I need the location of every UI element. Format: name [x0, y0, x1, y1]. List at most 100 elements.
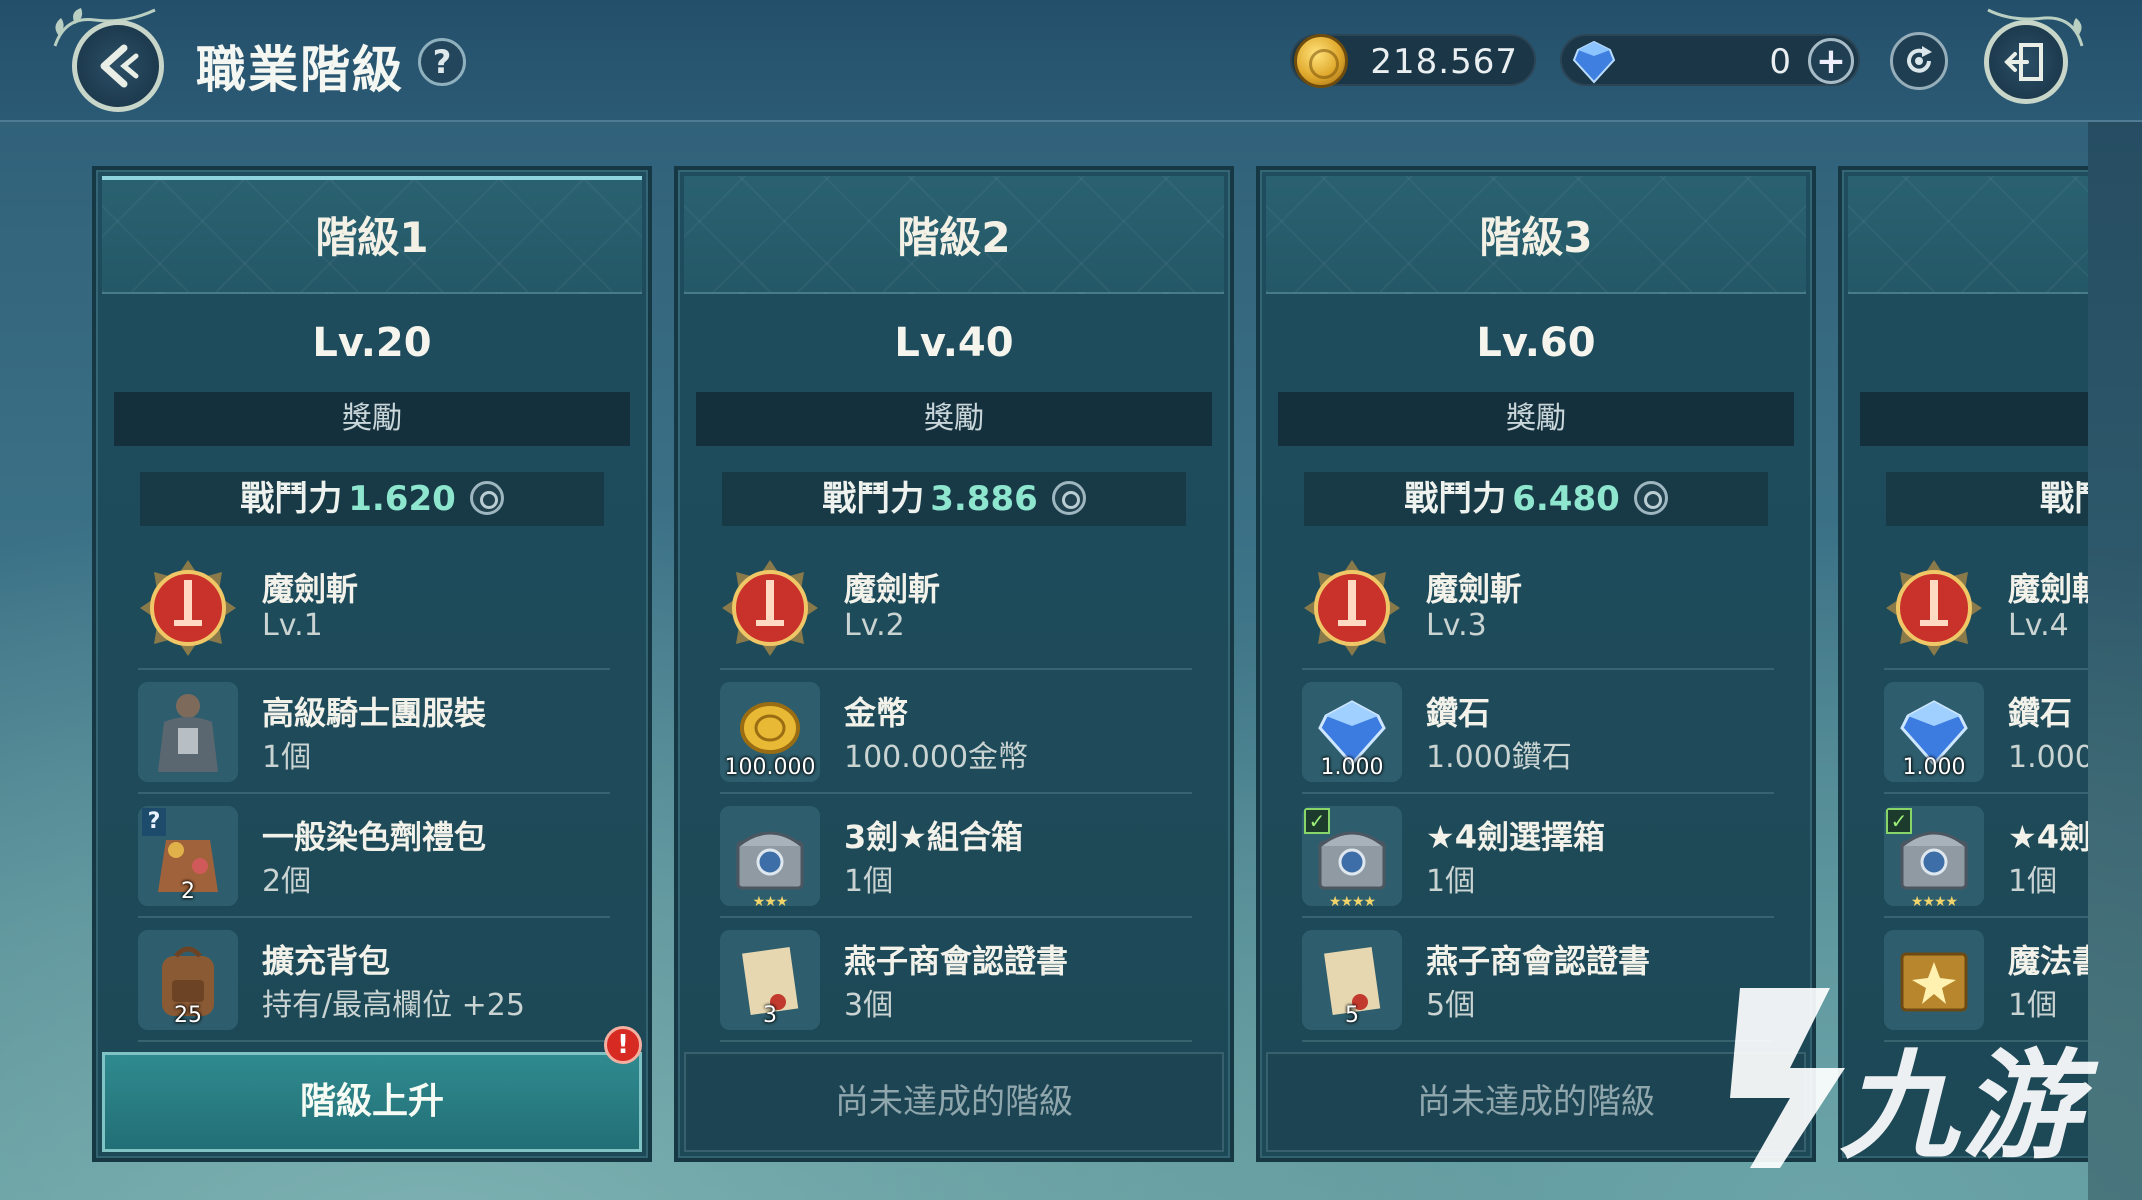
item-name: 燕子商會認證書	[844, 942, 1069, 980]
item-detail: 3個	[844, 988, 894, 1023]
reward-item[interactable]: ✓ ★★★★ ★4劍選擇箱 1個	[1302, 794, 1774, 918]
unknown-badge: ?	[142, 808, 166, 836]
reward-item[interactable]: 3 燕子商會認證書 3個	[720, 918, 1192, 1042]
rank-up-button[interactable]: 階級上升	[102, 1052, 642, 1152]
chest-icon: ✓ ★★★★	[1302, 806, 1402, 906]
reward-item[interactable]: 100.000 金幣 100.000金幣	[720, 670, 1192, 794]
item-name: 高級騎士團服裝	[262, 694, 487, 732]
item-quantity: 25	[174, 1003, 202, 1028]
refresh-button[interactable]	[1890, 32, 1948, 90]
gold-coin-icon	[1294, 34, 1348, 88]
combat-power-label: 戰鬥力	[2040, 479, 2088, 519]
reward-item[interactable]: 25 擴充背包 持有/最高欄位 +25	[138, 918, 610, 1042]
item-quantity: 2	[181, 879, 195, 904]
page-title: 職業階級	[196, 41, 404, 99]
item-name: 一般染色劑禮包	[262, 818, 487, 856]
item-detail: 1個	[262, 740, 312, 775]
tier-level: Lv.40	[894, 320, 1014, 366]
tier-grade: 階級1	[315, 213, 429, 262]
item-name: ★4劍選擇箱	[1426, 818, 1605, 856]
tier-level: Lv	[1842, 320, 2088, 366]
item-name: 3劍★組合箱	[844, 818, 1023, 856]
reward-label: 獎勵	[1278, 392, 1794, 446]
diamond-icon: 1.000	[1302, 682, 1402, 782]
item-detail: 1.000鑽	[2008, 740, 2088, 775]
help-button[interactable]: ?	[418, 38, 466, 86]
item-detail: 1個	[1426, 864, 1476, 899]
combat-power-value: 6.480	[1512, 479, 1620, 519]
item-detail: Lv.1	[262, 608, 323, 643]
item-detail: Lv.3	[1426, 608, 1487, 643]
tier-grade: 階	[1842, 204, 2088, 265]
refresh-icon	[1907, 46, 1932, 73]
combat-power: 戰鬥力 6.480	[1304, 472, 1768, 526]
reward-item[interactable]: 魔劍斬 Lv.2	[720, 546, 1192, 670]
reward-label: 獎	[1860, 392, 2088, 446]
item-detail: Lv.2	[844, 608, 905, 643]
sword-skill-icon	[138, 558, 238, 658]
magnifier-icon[interactable]	[1051, 480, 1086, 515]
reward-item[interactable]: 魔劍斬 Lv.4	[1884, 546, 2088, 670]
combat-power-label: 戰鬥力	[240, 479, 343, 519]
item-name: ★4劍	[2008, 818, 2088, 856]
combat-power-label: 戰鬥力	[822, 479, 925, 519]
reward-item[interactable]: 魔劍斬 Lv.3	[1302, 546, 1774, 670]
owned-check-icon: ✓	[1304, 808, 1330, 834]
reward-label: 獎勵	[696, 392, 1212, 446]
item-quantity: 1.000	[1902, 755, 1966, 780]
owned-check-icon: ✓	[1886, 808, 1912, 834]
item-detail: 1個	[844, 864, 894, 899]
tier-level: Lv.60	[1476, 320, 1596, 366]
reward-item[interactable]: 1.000 鑽石 1.000鑽石	[1302, 670, 1774, 794]
reward-item[interactable]: ✓ ★★★★ ★4劍 1個	[1884, 794, 2088, 918]
diamond-icon	[1572, 40, 1616, 84]
item-detail: 持有/最高欄位 +25	[262, 988, 525, 1023]
gold-coin-icon: 100.000	[720, 682, 820, 782]
reward-item[interactable]: ? 2 一般染色劑禮包 2個	[138, 794, 610, 918]
certificate-icon: 3	[720, 930, 820, 1030]
reward-list: 魔劍斬 Lv.1 高級騎士團服裝 1個 ? 2 一般染色劑禮包 2個 25 擴充…	[138, 546, 610, 1042]
tier-level: Lv.20	[312, 320, 432, 366]
item-quantity: 100.000	[724, 755, 816, 780]
star-rating: ★★★	[752, 894, 789, 906]
alert-badge-icon: !	[604, 1026, 642, 1064]
combat-power-value: 3.886	[930, 479, 1038, 519]
dye-pack-icon: ? 2	[138, 806, 238, 906]
star-rating: ★★★★	[1910, 894, 1958, 906]
tier-grade: 階級2	[897, 213, 1011, 262]
magnifier-icon[interactable]	[1633, 480, 1668, 515]
reward-item[interactable]: 高級騎士團服裝 1個	[138, 670, 610, 794]
locked-rank-button: 尚未達成的階級	[684, 1052, 1224, 1152]
reward-list: 魔劍斬 Lv.2 100.000 金幣 100.000金幣 ★★★ 3劍★組合箱…	[720, 546, 1192, 1042]
sword-skill-icon	[1302, 558, 1402, 658]
item-name: 魔劍斬	[2008, 570, 2088, 608]
item-detail: 1.000鑽石	[1426, 740, 1572, 775]
item-quantity: 5	[1345, 1003, 1359, 1028]
item-quantity: 1.000	[1320, 755, 1384, 780]
item-detail: 5個	[1426, 988, 1476, 1023]
back-button[interactable]	[72, 20, 164, 112]
item-name: 金幣	[844, 694, 909, 732]
reward-item[interactable]: ★★★ 3劍★組合箱 1個	[720, 794, 1192, 918]
reward-label: 獎勵	[114, 392, 630, 446]
knight-armor-icon	[138, 682, 238, 782]
add-gems-button[interactable]: +	[1808, 38, 1854, 84]
reward-item[interactable]: 1.000 鑽石 1.000鑽	[1884, 670, 2088, 794]
back-arrow-icon	[100, 44, 139, 88]
combat-power: 戰鬥力 3.886	[722, 472, 1186, 526]
diamond-icon: 1.000	[1884, 682, 1984, 782]
item-name: 鑽石	[1426, 694, 1491, 732]
top-bar: 職業階級 ? 218.567 0 +	[0, 0, 2142, 122]
item-name: 鑽石	[2008, 694, 2073, 732]
item-name: 魔劍斬	[262, 570, 359, 608]
item-name: 魔劍斬	[1426, 570, 1523, 608]
chest-icon: ✓ ★★★★	[1884, 806, 1984, 906]
item-name: 魔劍斬	[844, 570, 941, 608]
gem-amount: 0	[1769, 42, 1792, 82]
magnifier-icon[interactable]	[469, 480, 504, 515]
combat-power-value: 1.620	[348, 479, 456, 519]
item-detail: 1個	[2008, 864, 2058, 899]
backpack-icon: 25	[138, 930, 238, 1030]
item-detail: 2個	[262, 864, 312, 899]
reward-item[interactable]: 魔劍斬 Lv.1	[138, 546, 610, 670]
